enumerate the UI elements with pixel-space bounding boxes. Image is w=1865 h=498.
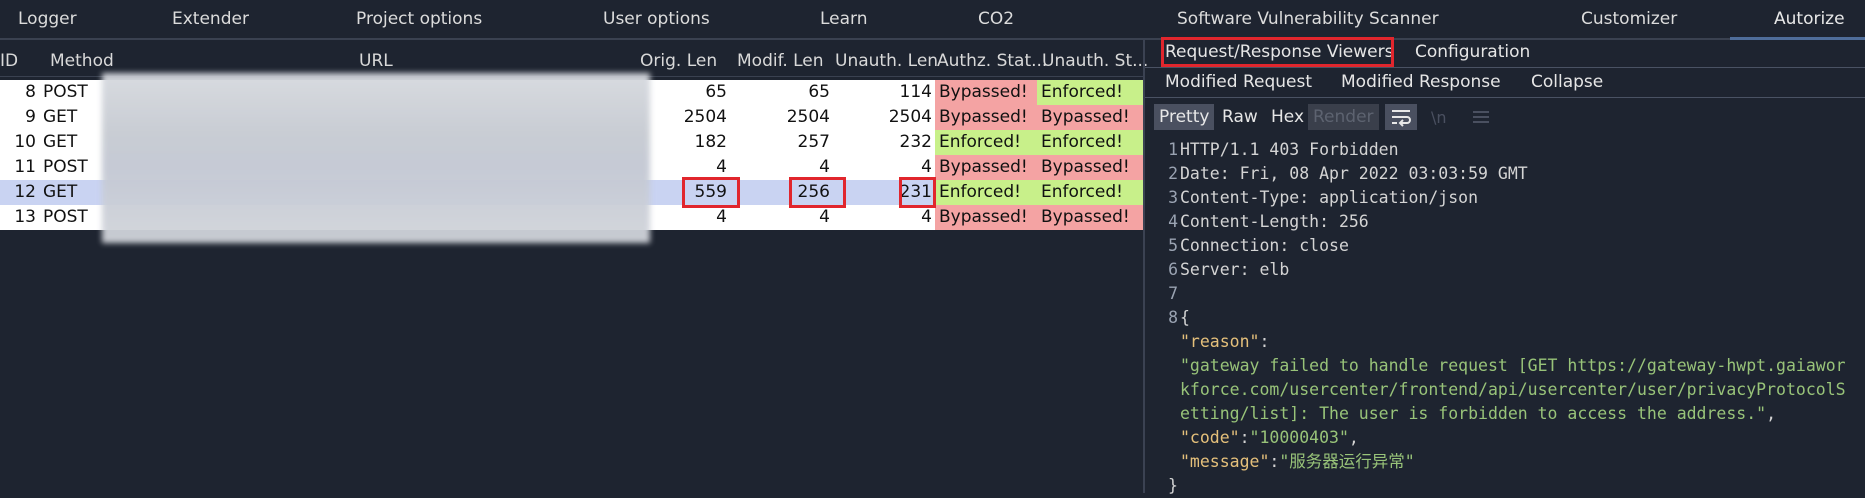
column-method[interactable]: Method [50,51,114,71]
row-orig-len: 559 [694,182,727,202]
tab-collapse[interactable]: Collapse [1531,72,1603,92]
row-orig-len: 65 [705,82,727,102]
json-message: "message":"服务器运行异常" [1180,452,1415,471]
row-modif-len: 65 [808,82,830,102]
active-tab-indicator [1730,37,1865,40]
tab-configuration[interactable]: Configuration [1415,42,1530,62]
json-reason-value: etting/list]: The user is forbidden to a… [1180,404,1777,423]
row-method: POST [43,157,88,177]
tab-customizer[interactable]: Customizer [1581,9,1677,29]
hex-button[interactable]: Hex [1266,104,1309,130]
tab-project-options[interactable]: Project options [356,9,482,29]
row-method: GET [43,182,78,202]
row-unauth-status: Bypassed! [1037,155,1143,180]
render-button[interactable]: Render [1308,104,1379,130]
column-orig-len[interactable]: Orig. Len [640,51,717,71]
row-modif-len: 2504 [786,107,830,127]
newline-icon[interactable]: \n [1425,104,1457,130]
row-modif-len: 256 [797,182,830,202]
pretty-button[interactable]: Pretty [1154,104,1215,130]
row-id: 8 [25,82,36,102]
tab-modified-response[interactable]: Modified Response [1341,72,1501,92]
column-unauth-status[interactable]: Unauth. St... [1042,51,1148,71]
row-unauth-status: Enforced! [1037,180,1143,205]
row-orig-len: 4 [716,157,727,177]
tab-user-options[interactable]: User options [603,9,710,29]
tab-request-response-viewers[interactable]: Request/Response Viewers [1165,42,1393,62]
pane-splitter[interactable] [1143,40,1145,493]
row-method: GET [43,132,78,152]
json-reason-value: kforce.com/usercenter/frontend/api/userc… [1180,380,1846,399]
column-modif-len[interactable]: Modif. Len [737,51,824,71]
row-unauth-status: Bypassed! [1037,205,1143,230]
row-id: 9 [25,107,36,127]
json-reason-key: "reason": [1180,332,1270,351]
row-authz-status: Bypassed! [935,205,1037,230]
row-unauth-status: Enforced! [1037,80,1143,105]
tab-extender[interactable]: Extender [172,9,249,29]
column-authz-status[interactable]: Authz. Stat... [937,51,1047,71]
row-unauth-len: 4 [921,157,932,177]
row-id: 12 [14,182,36,202]
tab-co2[interactable]: CO2 [978,9,1014,29]
tab-autorize[interactable]: Autorize [1774,9,1845,29]
json-code: "code":"10000403", [1180,428,1359,447]
row-modif-len: 4 [819,157,830,177]
column-unauth-len[interactable]: Unauth. Len [835,51,938,71]
raw-button[interactable]: Raw [1217,104,1263,130]
row-unauth-len: 231 [899,182,932,202]
tabs-divider [1145,67,1865,68]
row-unauth-status: Bypassed! [1037,105,1143,130]
row-id: 13 [14,207,36,227]
row-orig-len: 2504 [683,107,727,127]
row-orig-len: 4 [716,207,727,227]
top-tab-bar: Logger Extender Project options User opt… [0,0,1865,40]
row-modif-len: 257 [797,132,830,152]
row-authz-status: Bypassed! [935,80,1037,105]
row-id: 11 [14,157,36,177]
row-unauth-len: 232 [899,132,932,152]
row-authz-status: Bypassed! [935,155,1037,180]
row-authz-status: Bypassed! [935,105,1037,130]
tab-software-vulnerability-scanner[interactable]: Software Vulnerability Scanner [1177,9,1439,29]
row-method: POST [43,82,88,102]
column-url[interactable]: URL [359,51,393,71]
tab-learn[interactable]: Learn [820,9,868,29]
wrap-lines-icon[interactable] [1385,104,1417,130]
row-unauth-len: 4 [921,207,932,227]
row-orig-len: 182 [694,132,727,152]
row-unauth-status: Enforced! [1037,130,1143,155]
json-reason-value: "gateway failed to handle request [GET h… [1180,356,1846,375]
tab-modified-request[interactable]: Modified Request [1165,72,1312,92]
row-modif-len: 4 [819,207,830,227]
row-authz-status: Enforced! [935,180,1037,205]
svg-text:\n: \n [1431,108,1447,127]
row-authz-status: Enforced! [935,130,1037,155]
subtabs-divider [1145,97,1865,98]
row-method: POST [43,207,88,227]
json-close: } [1168,476,1178,495]
tab-bar-divider [0,38,1865,40]
row-method: GET [43,107,78,127]
menu-icon[interactable] [1465,104,1497,130]
column-id[interactable]: ID [0,51,18,71]
redacted-url-column [102,73,650,243]
tab-logger[interactable]: Logger [18,9,77,29]
row-unauth-len: 114 [899,82,932,102]
row-unauth-len: 2504 [888,107,932,127]
row-id: 10 [14,132,36,152]
